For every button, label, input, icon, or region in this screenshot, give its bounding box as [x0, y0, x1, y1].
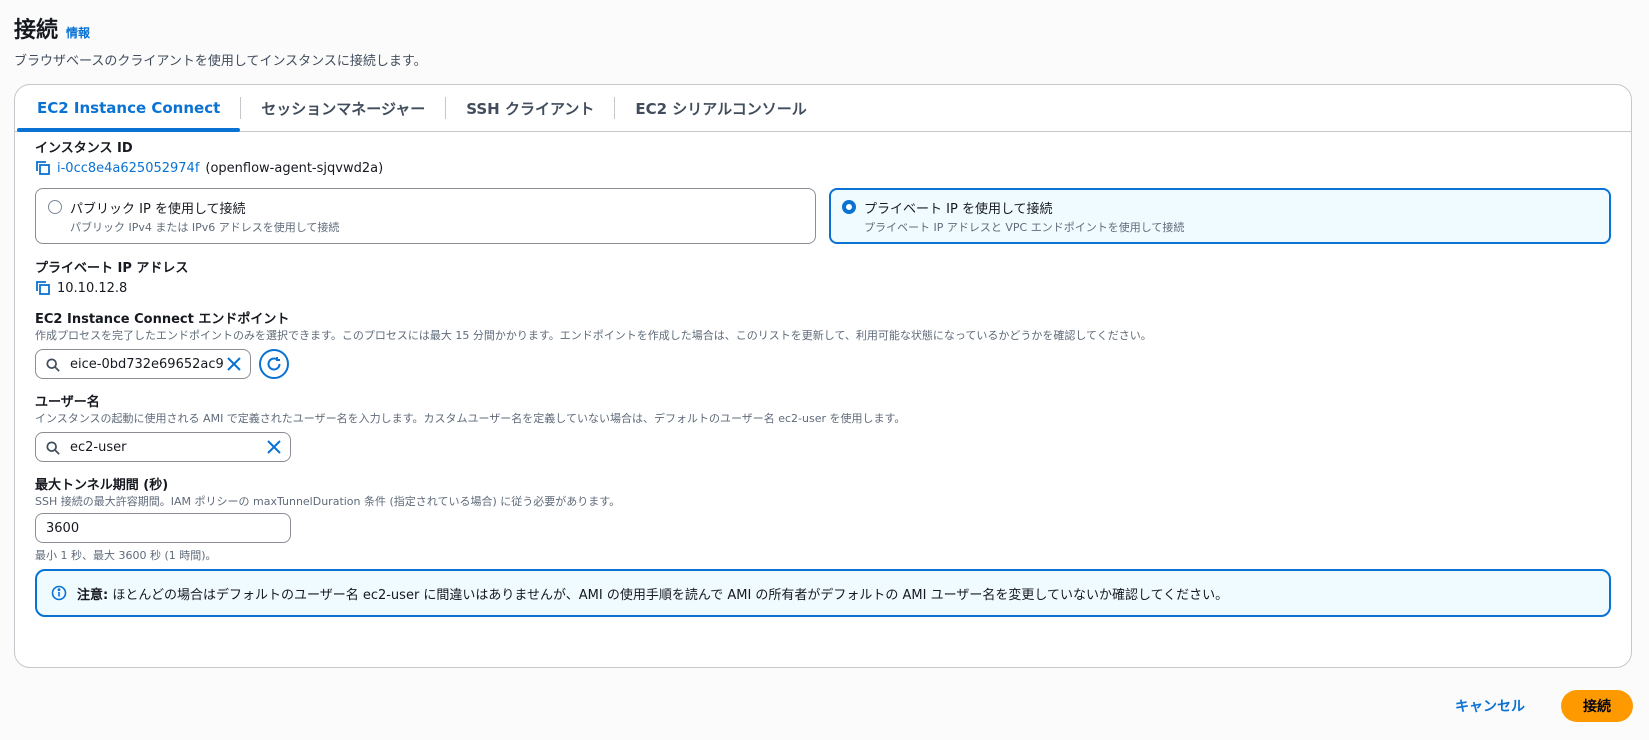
- tab-ec2-serial-console[interactable]: EC2 シリアルコンソール: [615, 85, 826, 131]
- instance-id-link[interactable]: i-0cc8e4a625052974f: [57, 161, 199, 176]
- instance-name: (openflow-agent-sjqvwd2a): [205, 160, 384, 176]
- tab-ssh-client[interactable]: SSH クライアント: [446, 85, 614, 131]
- alert-text: ほとんどの場合はデフォルトのユーザー名 ec2-user に間違いはありませんが…: [112, 587, 1229, 603]
- public-ip-title: パブリック IP を使用して接続: [70, 202, 246, 217]
- clear-icon[interactable]: [226, 356, 242, 372]
- copy-icon[interactable]: [35, 160, 51, 176]
- search-icon: [46, 440, 60, 455]
- endpoint-select[interactable]: [35, 349, 251, 379]
- connect-method-tabs: EC2 Instance Connect セッションマネージャー SSH クライ…: [15, 85, 1631, 132]
- info-link[interactable]: 情報: [66, 24, 90, 41]
- info-alert: 注意: ほとんどの場合はデフォルトのユーザー名 ec2-user に間違いはあり…: [35, 569, 1611, 617]
- tunnel-desc: SSH 接続の最大許容期間。IAM ポリシーの maxTunnelDuratio…: [35, 495, 621, 508]
- private-ip-radio[interactable]: [842, 200, 856, 214]
- connect-button[interactable]: 接続: [1561, 690, 1633, 722]
- private-ip-desc: プライベート IP アドレスと VPC エンドポイントを使用して接続: [864, 221, 1185, 234]
- tunnel-section: 最大トンネル期間 (秒) SSH 接続の最大許容期間。IAM ポリシーの max…: [35, 474, 1611, 563]
- tab-content: インスタンス ID i-0cc8e4a625052974f (openflow-…: [35, 135, 1611, 563]
- endpoint-label: EC2 Instance Connect エンドポイント: [35, 312, 290, 327]
- private-ip-section: プライベート IP アドレス 10.10.12.8: [35, 257, 1611, 296]
- clear-icon[interactable]: [266, 439, 282, 455]
- info-icon: [51, 585, 67, 601]
- page-header: 接続 情報 ブラウザベースのクライアントを使用してインスタンスに接続します。: [14, 12, 427, 69]
- search-icon: [46, 357, 60, 372]
- public-ip-radio[interactable]: [48, 200, 62, 214]
- private-ip-label: プライベート IP アドレス: [35, 261, 189, 276]
- tunnel-label: 最大トンネル期間 (秒): [35, 478, 169, 493]
- connect-public-ip-option[interactable]: パブリック IP を使用して接続 パブリック IPv4 または IPv6 アドレ…: [35, 188, 816, 244]
- username-desc: インスタンスの起動に使用される AMI で定義されたユーザー名を入力します。カス…: [35, 412, 906, 425]
- endpoint-input[interactable]: [68, 355, 226, 373]
- private-ip-title: プライベート IP を使用して接続: [864, 202, 1053, 217]
- endpoint-desc: 作成プロセスを完了したエンドポイントのみを選択できます。このプロセスには最大 1…: [35, 329, 1152, 342]
- alert-label: 注意:: [77, 587, 109, 603]
- instance-id-section: インスタンス ID i-0cc8e4a625052974f (openflow-…: [35, 137, 1611, 176]
- page-title: 接続: [14, 18, 59, 43]
- page-subtitle: ブラウザベースのクライアントを使用してインスタンスに接続します。: [14, 54, 427, 69]
- connect-private-ip-option[interactable]: プライベート IP を使用して接続 プライベート IP アドレスと VPC エン…: [829, 188, 1611, 244]
- public-ip-desc: パブリック IPv4 または IPv6 アドレスを使用して接続: [70, 221, 340, 234]
- instance-id-label: インスタンス ID: [35, 141, 133, 156]
- connect-panel: EC2 Instance Connect セッションマネージャー SSH クライ…: [14, 84, 1632, 668]
- tab-ec2-instance-connect[interactable]: EC2 Instance Connect: [17, 85, 241, 132]
- tunnel-hint: 最小 1 秒、最大 3600 秒 (1 時間)。: [35, 549, 217, 562]
- connection-type-group: パブリック IP を使用して接続 パブリック IPv4 または IPv6 アドレ…: [35, 188, 1611, 244]
- copy-icon[interactable]: [35, 280, 51, 296]
- tab-session-manager[interactable]: セッションマネージャー: [241, 85, 445, 131]
- cancel-button[interactable]: キャンセル: [1455, 696, 1525, 716]
- endpoint-section: EC2 Instance Connect エンドポイント 作成プロセスを完了した…: [35, 308, 1611, 379]
- username-field[interactable]: [35, 432, 291, 462]
- username-input[interactable]: [68, 438, 266, 456]
- username-section: ユーザー名 インスタンスの起動に使用される AMI で定義されたユーザー名を入力…: [35, 391, 1611, 462]
- username-label: ユーザー名: [35, 395, 100, 410]
- tunnel-duration-input[interactable]: [35, 513, 291, 543]
- private-ip-value: 10.10.12.8: [57, 280, 128, 296]
- refresh-icon: [267, 357, 281, 371]
- refresh-button[interactable]: [259, 349, 289, 379]
